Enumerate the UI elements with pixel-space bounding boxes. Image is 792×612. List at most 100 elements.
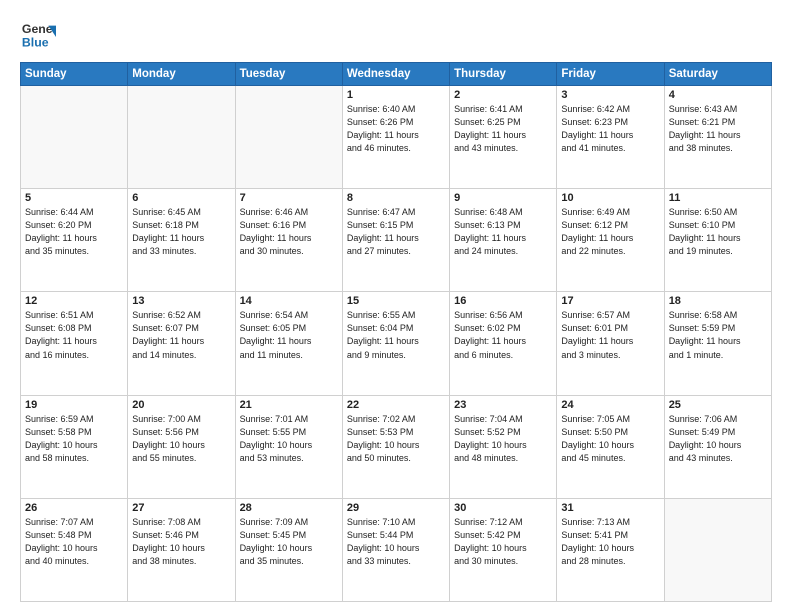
day-info: Sunrise: 6:49 AM Sunset: 6:12 PM Dayligh… xyxy=(561,206,659,258)
calendar-cell: 16Sunrise: 6:56 AM Sunset: 6:02 PM Dayli… xyxy=(450,292,557,395)
day-number: 21 xyxy=(240,399,338,411)
day-info: Sunrise: 7:07 AM Sunset: 5:48 PM Dayligh… xyxy=(25,516,123,568)
weekday-header-tuesday: Tuesday xyxy=(235,63,342,86)
calendar-table: SundayMondayTuesdayWednesdayThursdayFrid… xyxy=(20,62,772,602)
day-number: 19 xyxy=(25,399,123,411)
day-info: Sunrise: 6:41 AM Sunset: 6:25 PM Dayligh… xyxy=(454,103,552,155)
calendar-cell: 3Sunrise: 6:42 AM Sunset: 6:23 PM Daylig… xyxy=(557,86,664,189)
header: General Blue xyxy=(20,18,772,54)
day-number: 23 xyxy=(454,399,552,411)
calendar-week-1: 1 Sunrise: 6:40 AM Sunset: 6:26 PM Daylig… xyxy=(21,86,772,189)
day-number: 30 xyxy=(454,502,552,514)
day-info: Sunrise: 6:59 AM Sunset: 5:58 PM Dayligh… xyxy=(25,413,123,465)
day-number: 10 xyxy=(561,192,659,204)
calendar-cell: 14Sunrise: 6:54 AM Sunset: 6:05 PM Dayli… xyxy=(235,292,342,395)
day-number: 26 xyxy=(25,502,123,514)
day-number: 5 xyxy=(25,192,123,204)
weekday-header-monday: Monday xyxy=(128,63,235,86)
weekday-header-saturday: Saturday xyxy=(664,63,771,86)
day-info: Sunrise: 6:44 AM Sunset: 6:20 PM Dayligh… xyxy=(25,206,123,258)
calendar-cell: 6 Sunrise: 6:45 AM Sunset: 6:18 PM Daylig… xyxy=(128,189,235,292)
day-number: 12 xyxy=(25,295,123,307)
day-number: 31 xyxy=(561,502,659,514)
day-number: 16 xyxy=(454,295,552,307)
day-number: 7 xyxy=(240,192,338,204)
weekday-header-thursday: Thursday xyxy=(450,63,557,86)
day-number: 9 xyxy=(454,192,552,204)
calendar-cell xyxy=(21,86,128,189)
calendar-cell: 23 Sunrise: 7:04 AM Sunset: 5:52 PM Dayli… xyxy=(450,395,557,498)
calendar-cell: 28 Sunrise: 7:09 AM Sunset: 5:45 PM Dayli… xyxy=(235,498,342,601)
day-number: 1 xyxy=(347,89,445,101)
day-number: 28 xyxy=(240,502,338,514)
calendar-cell: 15 Sunrise: 6:55 AM Sunset: 6:04 PM Dayli… xyxy=(342,292,449,395)
calendar-cell: 18Sunrise: 6:58 AM Sunset: 5:59 PM Dayli… xyxy=(664,292,771,395)
calendar-week-2: 5 Sunrise: 6:44 AM Sunset: 6:20 PM Daylig… xyxy=(21,189,772,292)
calendar-cell xyxy=(664,498,771,601)
calendar-cell: 10 Sunrise: 6:49 AM Sunset: 6:12 PM Dayli… xyxy=(557,189,664,292)
day-info: Sunrise: 7:06 AM Sunset: 5:49 PM Dayligh… xyxy=(669,413,767,465)
calendar-cell: 8 Sunrise: 6:47 AM Sunset: 6:15 PM Daylig… xyxy=(342,189,449,292)
day-info: Sunrise: 7:01 AM Sunset: 5:55 PM Dayligh… xyxy=(240,413,338,465)
calendar-cell: 2Sunrise: 6:41 AM Sunset: 6:25 PM Daylig… xyxy=(450,86,557,189)
calendar-cell: 20Sunrise: 7:00 AM Sunset: 5:56 PM Dayli… xyxy=(128,395,235,498)
weekday-header-wednesday: Wednesday xyxy=(342,63,449,86)
calendar-cell: 25Sunrise: 7:06 AM Sunset: 5:49 PM Dayli… xyxy=(664,395,771,498)
logo: General Blue xyxy=(20,18,60,54)
day-info: Sunrise: 6:54 AM Sunset: 6:05 PM Dayligh… xyxy=(240,309,338,361)
calendar-cell: 24Sunrise: 7:05 AM Sunset: 5:50 PM Dayli… xyxy=(557,395,664,498)
day-info: Sunrise: 6:45 AM Sunset: 6:18 PM Dayligh… xyxy=(132,206,230,258)
day-info: Sunrise: 7:10 AM Sunset: 5:44 PM Dayligh… xyxy=(347,516,445,568)
calendar-cell: 1 Sunrise: 6:40 AM Sunset: 6:26 PM Daylig… xyxy=(342,86,449,189)
day-number: 15 xyxy=(347,295,445,307)
calendar-week-4: 19 Sunrise: 6:59 AM Sunset: 5:58 PM Dayli… xyxy=(21,395,772,498)
day-info: Sunrise: 7:13 AM Sunset: 5:41 PM Dayligh… xyxy=(561,516,659,568)
calendar-cell: 4 Sunrise: 6:43 AM Sunset: 6:21 PM Daylig… xyxy=(664,86,771,189)
svg-text:Blue: Blue xyxy=(22,35,49,49)
day-info: Sunrise: 6:43 AM Sunset: 6:21 PM Dayligh… xyxy=(669,103,767,155)
calendar-cell: 21 Sunrise: 7:01 AM Sunset: 5:55 PM Dayli… xyxy=(235,395,342,498)
day-info: Sunrise: 6:47 AM Sunset: 6:15 PM Dayligh… xyxy=(347,206,445,258)
weekday-header-friday: Friday xyxy=(557,63,664,86)
day-number: 6 xyxy=(132,192,230,204)
calendar-cell: 5 Sunrise: 6:44 AM Sunset: 6:20 PM Daylig… xyxy=(21,189,128,292)
day-number: 20 xyxy=(132,399,230,411)
calendar-cell: 17 Sunrise: 6:57 AM Sunset: 6:01 PM Dayli… xyxy=(557,292,664,395)
calendar-cell xyxy=(128,86,235,189)
day-number: 24 xyxy=(561,399,659,411)
day-info: Sunrise: 7:04 AM Sunset: 5:52 PM Dayligh… xyxy=(454,413,552,465)
day-number: 13 xyxy=(132,295,230,307)
day-info: Sunrise: 6:48 AM Sunset: 6:13 PM Dayligh… xyxy=(454,206,552,258)
day-number: 18 xyxy=(669,295,767,307)
day-number: 29 xyxy=(347,502,445,514)
calendar-week-3: 12 Sunrise: 6:51 AM Sunset: 6:08 PM Dayli… xyxy=(21,292,772,395)
day-number: 8 xyxy=(347,192,445,204)
day-info: Sunrise: 6:55 AM Sunset: 6:04 PM Dayligh… xyxy=(347,309,445,361)
calendar-cell: 9 Sunrise: 6:48 AM Sunset: 6:13 PM Daylig… xyxy=(450,189,557,292)
logo-icon: General Blue xyxy=(20,18,56,54)
calendar-cell: 27Sunrise: 7:08 AM Sunset: 5:46 PM Dayli… xyxy=(128,498,235,601)
day-number: 17 xyxy=(561,295,659,307)
calendar-cell: 22Sunrise: 7:02 AM Sunset: 5:53 PM Dayli… xyxy=(342,395,449,498)
day-info: Sunrise: 6:40 AM Sunset: 6:26 PM Dayligh… xyxy=(347,103,445,155)
day-info: Sunrise: 6:50 AM Sunset: 6:10 PM Dayligh… xyxy=(669,206,767,258)
calendar-cell: 26 Sunrise: 7:07 AM Sunset: 5:48 PM Dayli… xyxy=(21,498,128,601)
calendar-cell: 30 Sunrise: 7:12 AM Sunset: 5:42 PM Dayli… xyxy=(450,498,557,601)
day-info: Sunrise: 7:12 AM Sunset: 5:42 PM Dayligh… xyxy=(454,516,552,568)
day-info: Sunrise: 6:52 AM Sunset: 6:07 PM Dayligh… xyxy=(132,309,230,361)
calendar-cell: 7Sunrise: 6:46 AM Sunset: 6:16 PM Daylig… xyxy=(235,189,342,292)
weekday-header-row: SundayMondayTuesdayWednesdayThursdayFrid… xyxy=(21,63,772,86)
day-number: 11 xyxy=(669,192,767,204)
day-number: 4 xyxy=(669,89,767,101)
day-info: Sunrise: 6:57 AM Sunset: 6:01 PM Dayligh… xyxy=(561,309,659,361)
day-info: Sunrise: 7:09 AM Sunset: 5:45 PM Dayligh… xyxy=(240,516,338,568)
calendar-cell: 13 Sunrise: 6:52 AM Sunset: 6:07 PM Dayli… xyxy=(128,292,235,395)
calendar-cell: 19 Sunrise: 6:59 AM Sunset: 5:58 PM Dayli… xyxy=(21,395,128,498)
day-info: Sunrise: 6:42 AM Sunset: 6:23 PM Dayligh… xyxy=(561,103,659,155)
calendar-cell: 31 Sunrise: 7:13 AM Sunset: 5:41 PM Dayli… xyxy=(557,498,664,601)
weekday-header-sunday: Sunday xyxy=(21,63,128,86)
calendar-cell xyxy=(235,86,342,189)
calendar-cell: 11 Sunrise: 6:50 AM Sunset: 6:10 PM Dayli… xyxy=(664,189,771,292)
day-info: Sunrise: 6:51 AM Sunset: 6:08 PM Dayligh… xyxy=(25,309,123,361)
day-number: 22 xyxy=(347,399,445,411)
